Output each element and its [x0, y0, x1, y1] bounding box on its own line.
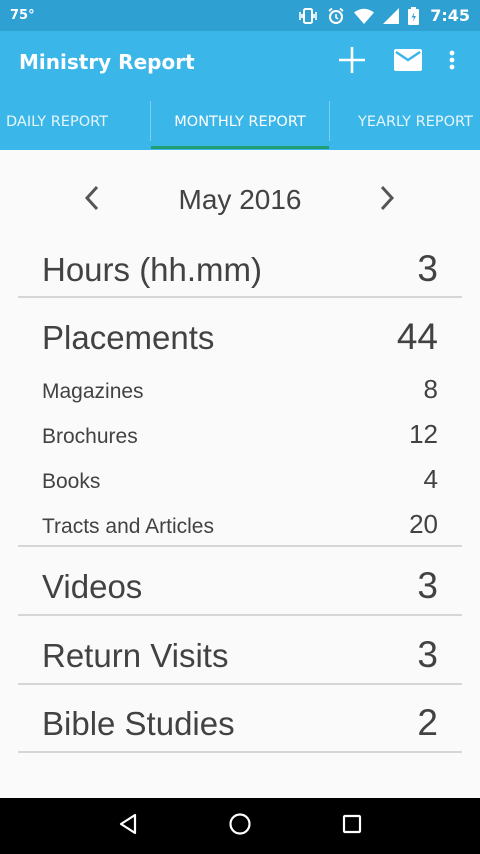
books-row: Books 4: [42, 464, 438, 495]
tracts-value: 20: [409, 509, 438, 539]
return-visits-row: Return Visits 3: [42, 634, 438, 676]
month-navigator: May 2016: [0, 172, 480, 228]
plus-icon: [337, 45, 367, 79]
placements-value: 44: [396, 316, 438, 357]
bible-studies-value: 2: [417, 702, 438, 743]
bible-studies-label: Bible Studies: [42, 705, 235, 742]
more-vert-icon: [449, 50, 455, 74]
books-value: 4: [423, 464, 438, 494]
brochures-value: 12: [409, 419, 438, 449]
tracts-row: Tracts and Articles 20: [42, 509, 438, 540]
bible-studies-row: Bible Studies 2: [42, 702, 438, 744]
overflow-menu-button[interactable]: [436, 38, 468, 86]
row-divider: [18, 296, 462, 298]
brochures-label: Brochures: [42, 425, 138, 448]
send-report-button[interactable]: [380, 38, 436, 86]
next-month-button[interactable]: [367, 180, 407, 220]
alarm-icon: [327, 7, 345, 25]
magazines-label: Magazines: [42, 380, 144, 403]
vibrate-icon: [298, 7, 318, 24]
row-divider: [18, 683, 462, 685]
videos-value: 3: [417, 565, 438, 606]
current-month-label: May 2016: [178, 184, 302, 215]
row-divider: [18, 614, 462, 616]
add-report-button[interactable]: [324, 38, 380, 86]
back-icon: [117, 813, 139, 839]
videos-row: Videos 3: [42, 565, 438, 607]
app-actions: [324, 38, 468, 86]
tab-yearly-report[interactable]: YEARLY REPORT: [330, 93, 480, 150]
tab-monthly-report[interactable]: MONTHLY REPORT: [151, 93, 329, 150]
hours-row: Hours (hh.mm) 3: [42, 248, 438, 290]
tracts-label: Tracts and Articles: [42, 515, 214, 538]
hours-value: 3: [417, 248, 438, 289]
magazines-value: 8: [423, 374, 438, 404]
home-icon: [228, 812, 252, 840]
row-divider: [18, 751, 462, 753]
temperature-label: 75°: [10, 8, 35, 23]
system-nav-bar: [0, 798, 480, 854]
home-button[interactable]: [210, 798, 270, 854]
app-title: Ministry Report: [19, 50, 195, 74]
previous-month-button[interactable]: [72, 180, 112, 220]
return-visits-label: Return Visits: [42, 637, 229, 674]
hours-label: Hours (hh.mm): [42, 251, 263, 288]
recents-button[interactable]: [322, 798, 382, 854]
row-divider: [18, 545, 462, 547]
mail-icon: [394, 49, 422, 75]
status-icons: 7:45: [298, 6, 470, 25]
battery-icon: [408, 6, 420, 25]
tab-daily-report[interactable]: DAILY REPORT: [0, 93, 120, 150]
active-tab-indicator: [151, 146, 329, 149]
magazines-row: Magazines 8: [42, 374, 438, 405]
wifi-icon: [354, 8, 375, 24]
videos-label: Videos: [42, 568, 143, 605]
chevron-left-icon: [84, 185, 100, 215]
back-button[interactable]: [98, 798, 158, 854]
app-bar: Ministry Report: [0, 31, 480, 93]
signal-icon: [383, 7, 400, 24]
brochures-row: Brochures 12: [42, 419, 438, 450]
clock-time: 7:45: [430, 6, 470, 25]
tab-bar: DAILY REPORT MONTHLY REPORT YEARLY REPOR…: [0, 93, 480, 150]
status-bar: 75° 7:45: [0, 0, 480, 31]
chevron-right-icon: [379, 185, 395, 215]
books-label: Books: [42, 470, 101, 493]
recents-icon: [342, 814, 362, 838]
placements-label: Placements: [42, 319, 215, 356]
placements-row: Placements 44: [42, 316, 438, 358]
return-visits-value: 3: [417, 634, 438, 675]
